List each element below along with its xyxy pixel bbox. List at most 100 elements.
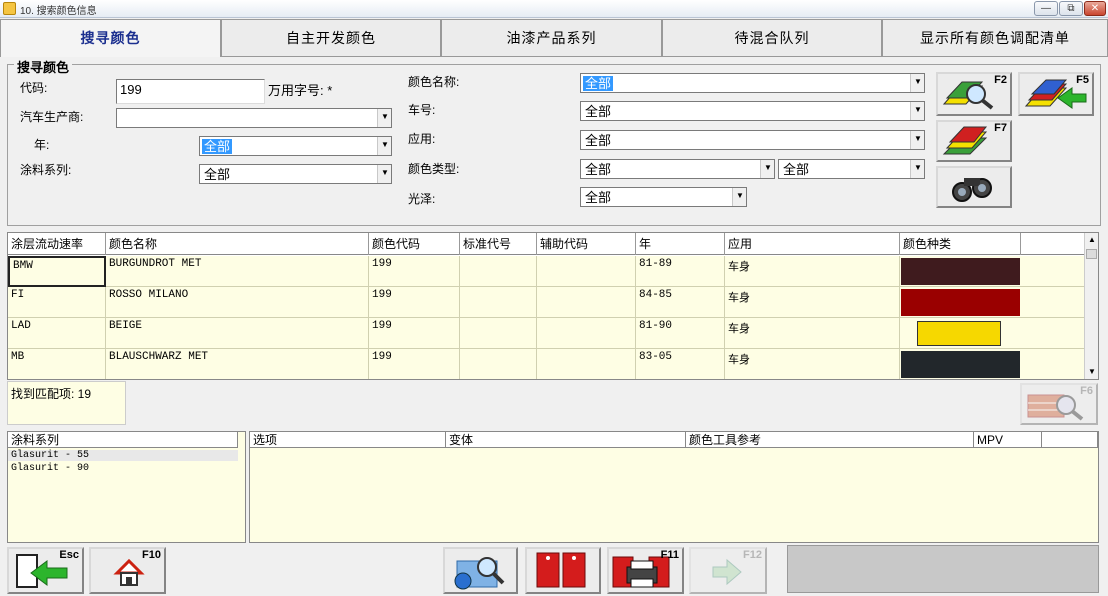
- table-row[interactable]: MB BLAUSCHWARZ MET 199 83-05 车身: [8, 349, 1085, 379]
- model-value: 全部: [585, 104, 612, 119]
- color-swatch: [917, 321, 1001, 346]
- window-title: 10. 搜索颜色信息: [20, 6, 97, 17]
- usage-label: 应用:: [408, 132, 436, 146]
- code-input[interactable]: 199: [116, 79, 265, 104]
- cell-std: [460, 318, 537, 349]
- chevron-down-icon[interactable]: [377, 109, 391, 127]
- esc-key-label: Esc: [59, 549, 79, 561]
- maximize-button[interactable]: ⧉: [1059, 1, 1083, 16]
- cell-name: BURGUNDROT MET: [106, 256, 369, 287]
- col-header-usage[interactable]: 应用: [725, 233, 900, 255]
- scroll-thumb[interactable]: [1086, 249, 1097, 259]
- f10-key-label: F10: [142, 549, 161, 561]
- table-row[interactable]: BMW BURGUNDROT MET 199 81-89 车身: [8, 256, 1085, 287]
- col-header-std[interactable]: 标准代号: [460, 233, 537, 255]
- year-label: 年:: [34, 138, 50, 152]
- f6-button[interactable]: F6: [1020, 383, 1098, 425]
- chevron-down-icon[interactable]: [910, 131, 924, 149]
- list-item[interactable]: Glasurit - 55: [8, 450, 238, 461]
- list-item[interactable]: Glasurit - 90: [11, 463, 89, 474]
- col-header-code[interactable]: 颜色代码: [369, 233, 460, 255]
- chevron-down-icon[interactable]: [910, 102, 924, 120]
- table-row[interactable]: FI ROSSO MILANO 199 84-85 车身: [8, 287, 1085, 318]
- chevron-down-icon[interactable]: [377, 137, 391, 155]
- globe-folder-search-icon: [454, 557, 505, 590]
- col-header-year[interactable]: 年: [636, 233, 725, 255]
- color-swatch: [901, 351, 1020, 378]
- chevron-down-icon[interactable]: [732, 188, 746, 206]
- col-header-mpv[interactable]: MPV: [974, 432, 1042, 448]
- swatch-f7-button[interactable]: F7: [936, 120, 1012, 162]
- col-header-tool-ref[interactable]: 颜色工具参考: [686, 432, 974, 448]
- cell-maker: MB: [8, 349, 106, 379]
- col-header-blank: [1042, 432, 1098, 448]
- cell-name: ROSSO MILANO: [106, 287, 369, 318]
- f2-key-label: F2: [994, 74, 1007, 86]
- f7-key-label: F7: [994, 122, 1007, 134]
- cell-aux: [537, 349, 636, 379]
- cell-name: BLAUSCHWARZ MET: [106, 349, 369, 379]
- cell-std: [460, 256, 537, 287]
- tab-all-formulas[interactable]: 显示所有颜色调配清单: [882, 19, 1108, 57]
- paint-series-list-header[interactable]: 涂料系列: [8, 432, 238, 448]
- binoculars-icon: [952, 178, 992, 202]
- tab-product-series[interactable]: 油漆产品系列: [441, 19, 662, 57]
- binoculars-button[interactable]: [936, 166, 1012, 208]
- usage-select[interactable]: 全部: [580, 130, 925, 150]
- add-color-f5-button[interactable]: F5: [1018, 72, 1094, 116]
- maker-select[interactable]: [116, 108, 392, 128]
- col-header-aux[interactable]: 辅助代码: [537, 233, 636, 255]
- cell-name: BEIGE: [106, 318, 369, 349]
- paint-series-list: 涂料系列 Glasurit - 55 Glasurit - 90: [7, 431, 246, 543]
- model-label: 车号:: [408, 103, 436, 117]
- wildcard-label: 万用字号: *: [268, 83, 333, 98]
- gloss-select[interactable]: 全部: [580, 187, 747, 207]
- model-select[interactable]: 全部: [580, 101, 925, 121]
- tab-search-color[interactable]: 搜寻颜色: [0, 19, 221, 57]
- col-header-variant[interactable]: 变体: [446, 432, 686, 448]
- chevron-down-icon[interactable]: [377, 165, 391, 183]
- tab-custom-color[interactable]: 自主开发颜色: [221, 19, 441, 57]
- gloss-label: 光泽:: [408, 192, 436, 206]
- color-type-sub-value: 全部: [783, 162, 810, 177]
- col-header-option[interactable]: 选项: [250, 432, 446, 448]
- color-name-value: 全部: [583, 76, 614, 91]
- next-f12-button[interactable]: F12: [689, 547, 767, 594]
- color-name-select[interactable]: 全部: [580, 73, 925, 93]
- col-header-maker[interactable]: 涂层流动速率: [8, 233, 106, 255]
- print-f11-button[interactable]: F11: [607, 547, 684, 594]
- gloss-value: 全部: [585, 190, 612, 205]
- color-type-select[interactable]: 全部: [580, 159, 775, 179]
- table-row[interactable]: LAD BEIGE 199 81-90 车身: [8, 318, 1085, 349]
- cell-maker: LAD: [8, 318, 106, 349]
- cell-code: 199: [369, 349, 460, 379]
- scroll-up-icon[interactable]: ▲: [1085, 233, 1098, 247]
- formula-search-button[interactable]: [443, 547, 518, 594]
- cell-code: 199: [369, 256, 460, 287]
- exit-esc-button[interactable]: Esc: [7, 547, 84, 594]
- f11-key-label: F11: [660, 549, 679, 561]
- red-cards-icon: [536, 552, 586, 588]
- home-f10-button[interactable]: F10: [89, 547, 166, 594]
- scroll-down-icon[interactable]: ▼: [1085, 365, 1098, 379]
- cell-year: 84-85: [636, 287, 725, 318]
- chevron-down-icon[interactable]: [910, 74, 924, 92]
- cell-usage: 车身: [725, 318, 900, 349]
- year-select[interactable]: 全部: [199, 136, 392, 156]
- close-button[interactable]: ✕: [1084, 1, 1106, 16]
- cell-year: 81-89: [636, 256, 725, 287]
- results-scrollbar[interactable]: ▲ ▼: [1084, 233, 1098, 379]
- paint-series-select[interactable]: 全部: [199, 164, 392, 184]
- chevron-down-icon[interactable]: [910, 160, 924, 178]
- color-type-sub-select[interactable]: 全部: [778, 159, 925, 179]
- minimize-button[interactable]: —: [1034, 1, 1058, 16]
- f6-key-label: F6: [1080, 385, 1093, 397]
- cell-std: [460, 287, 537, 318]
- color-cards-button[interactable]: [525, 547, 601, 594]
- tab-mix-queue[interactable]: 待混合队列: [662, 19, 882, 57]
- cell-aux: [537, 287, 636, 318]
- col-header-name[interactable]: 颜色名称: [106, 233, 369, 255]
- search-f2-button[interactable]: F2: [936, 72, 1012, 116]
- col-header-swatch[interactable]: 颜色种类: [900, 233, 1021, 255]
- chevron-down-icon[interactable]: [760, 160, 774, 178]
